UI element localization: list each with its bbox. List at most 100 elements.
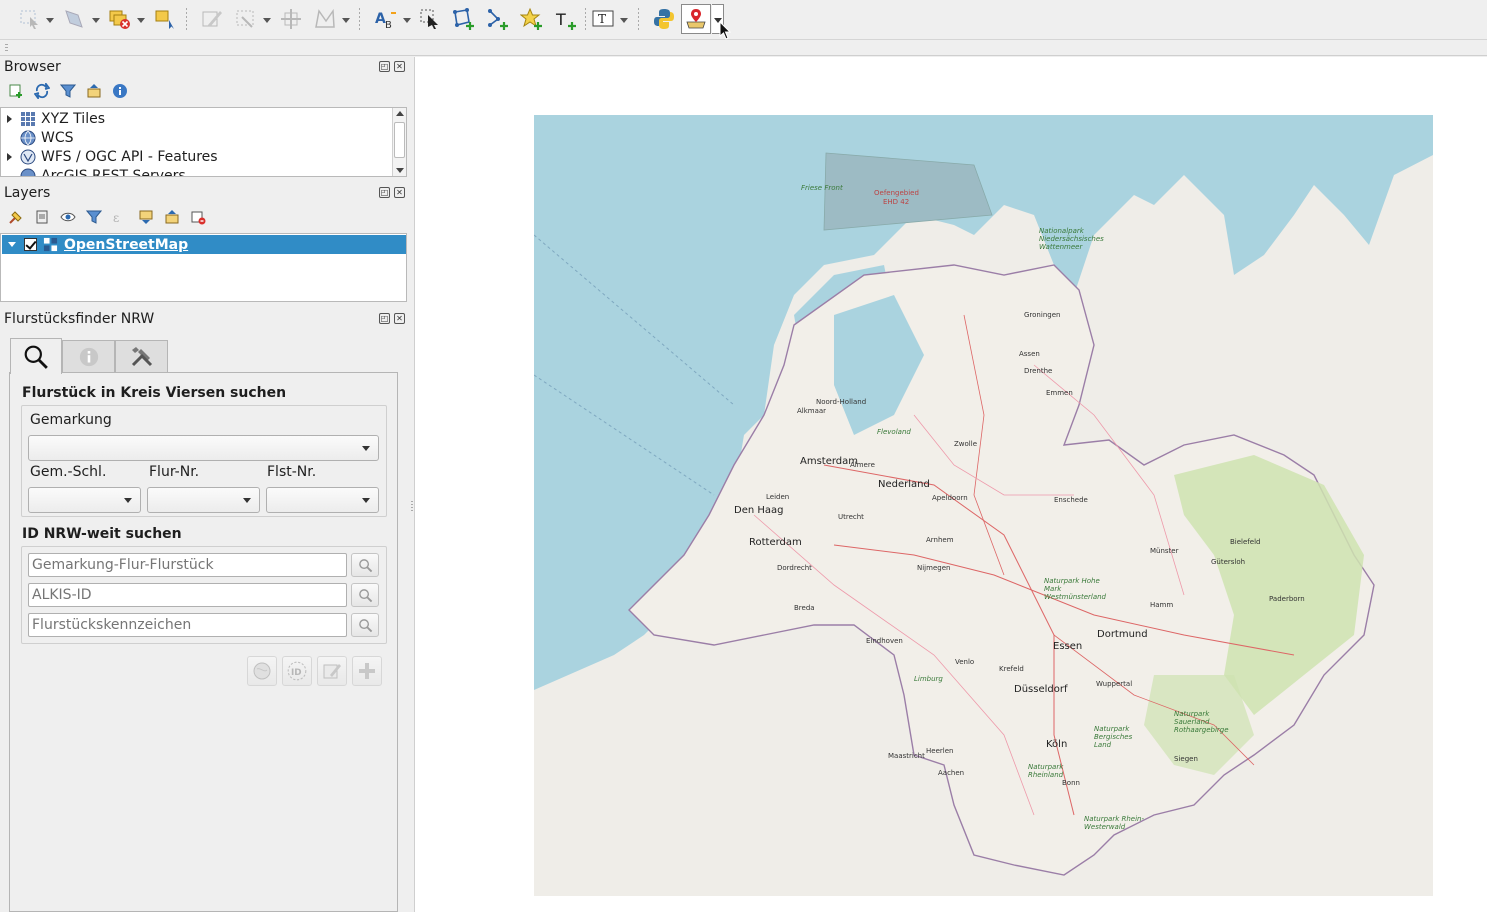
add-line-icon[interactable]: [484, 5, 512, 33]
flur-nr-label: Flur-Nr.: [149, 464, 200, 480]
scrollbar-thumb[interactable]: [394, 122, 405, 158]
layers-tree[interactable]: OpenStreetMap: [0, 233, 407, 302]
map-label: Nijmegen: [917, 564, 951, 572]
python-console-icon[interactable]: [650, 5, 678, 33]
gem-schl-select[interactable]: [28, 487, 141, 513]
search-button-2[interactable]: [351, 583, 379, 607]
browser-panel-title: Browser: [4, 59, 61, 75]
map-canvas[interactable]: Friese Front Oefengebied EHD 42 National…: [414, 57, 1487, 912]
secondary-toolbar: [0, 40, 1487, 56]
search-button-3[interactable]: [351, 613, 379, 637]
finder-panel-title: Flurstücksfinder NRW: [4, 311, 155, 327]
deselect-icon[interactable]: [60, 5, 88, 33]
expand-all-icon[interactable]: [136, 207, 156, 227]
chevron-down-icon[interactable]: [263, 18, 271, 23]
collapse-arrow-icon[interactable]: [8, 242, 16, 247]
map-label: Drenthe: [1024, 367, 1053, 375]
gemarkung-flur-flurstueck-input[interactable]: [28, 553, 347, 577]
float-icon[interactable]: ◰: [379, 187, 390, 198]
close-icon[interactable]: ✕: [394, 187, 405, 198]
tree-item-xyz-tiles[interactable]: XYZ Tiles: [1, 109, 105, 128]
chevron-down-icon[interactable]: [46, 18, 54, 23]
vertex-tool-icon[interactable]: [232, 5, 260, 33]
alkis-id-input[interactable]: [28, 583, 347, 607]
remove-selection-icon[interactable]: [106, 5, 134, 33]
select-label-icon[interactable]: [416, 5, 444, 33]
digitize-polygon-icon[interactable]: [311, 5, 339, 33]
refresh-icon[interactable]: [32, 81, 52, 101]
kreis-search-group: Gemarkung Gem.-Schl. Flur-Nr. Flst-Nr.: [21, 405, 387, 517]
add-star-icon[interactable]: [518, 5, 546, 33]
text-annotation-icon[interactable]: T: [589, 5, 617, 33]
flurstuecksfinder-icon[interactable]: [681, 4, 711, 34]
chevron-down-icon[interactable]: [92, 18, 100, 23]
map-label: EHD 42: [883, 198, 910, 206]
search-button-1[interactable]: [351, 553, 379, 577]
layer-visibility-checkbox[interactable]: [24, 238, 37, 251]
close-icon[interactable]: ✕: [394, 313, 405, 324]
scroll-down-icon[interactable]: [396, 168, 404, 173]
map-label: Groningen: [1024, 311, 1061, 319]
float-icon[interactable]: ◰: [379, 313, 390, 324]
tree-item-arcgis[interactable]: ArcGIS REST Servers: [1, 166, 186, 176]
remove-layer-icon[interactable]: [188, 207, 208, 227]
add-parcel-button[interactable]: [352, 656, 382, 686]
map-label: Wuppertal: [1096, 680, 1133, 688]
chevron-down-icon[interactable]: [342, 18, 350, 23]
float-icon[interactable]: ◰: [379, 61, 390, 72]
label-abc-icon[interactable]: AB: [372, 5, 400, 33]
map-label: Naturpark Rheinland: [1028, 763, 1064, 779]
toolbar-grip[interactable]: [5, 44, 8, 52]
expression-filter-icon[interactable]: ε: [110, 207, 130, 227]
select-features-icon[interactable]: [16, 5, 44, 33]
layer-name[interactable]: OpenStreetMap: [64, 237, 188, 253]
openstreetmap-layer[interactable]: Friese Front Oefengebied EHD 42 National…: [534, 115, 1433, 896]
add-polygon-icon[interactable]: [450, 5, 478, 33]
show-id-button[interactable]: ID: [282, 656, 312, 686]
chevron-down-icon[interactable]: [137, 18, 145, 23]
tree-item-wcs[interactable]: WCS: [1, 128, 74, 147]
expand-arrow-icon[interactable]: [7, 114, 12, 123]
filter-icon[interactable]: [84, 207, 104, 227]
chevron-down-icon[interactable]: [620, 18, 628, 23]
collapse-all-icon[interactable]: [84, 81, 104, 101]
flur-nr-select[interactable]: [147, 487, 260, 513]
filter-icon[interactable]: [58, 81, 78, 101]
grid-icon: [21, 111, 35, 126]
edit-parcel-button[interactable]: [317, 656, 347, 686]
close-icon[interactable]: ✕: [394, 61, 405, 72]
layers-toolbar: ε: [6, 207, 208, 227]
add-text-icon[interactable]: T: [552, 5, 580, 33]
move-feature-icon[interactable]: [277, 5, 305, 33]
browser-tree[interactable]: XYZ Tiles WCS WFS / OGC API - Features A…: [0, 107, 407, 177]
expand-arrow-icon[interactable]: [7, 152, 12, 161]
flst-nr-select[interactable]: [266, 487, 379, 513]
tree-item-label: WCS: [41, 129, 74, 146]
tab-info[interactable]: [62, 340, 115, 372]
select-by-location-icon[interactable]: [151, 5, 179, 33]
map-label: Siegen: [1174, 755, 1198, 763]
style-brush-icon[interactable]: [6, 207, 26, 227]
tab-settings[interactable]: [115, 340, 168, 372]
tree-item-label: WFS / OGC API - Features: [41, 148, 218, 165]
scroll-up-icon[interactable]: [396, 111, 404, 116]
visibility-eye-icon[interactable]: [58, 207, 78, 227]
zoom-to-parcel-button[interactable]: [247, 656, 277, 686]
edit-pencil-icon[interactable]: [198, 5, 226, 33]
flurstueckskennzeichen-input[interactable]: [28, 613, 347, 637]
map-label: Naturpark Rhein-Westerwald: [1084, 815, 1144, 831]
map-label: Nationalpark Niedersächsisches Wattenmee…: [1039, 227, 1104, 251]
info-icon[interactable]: [110, 81, 130, 101]
collapse-all-icon[interactable]: [162, 207, 182, 227]
map-label: Paderborn: [1269, 595, 1305, 603]
tab-search[interactable]: [10, 338, 62, 374]
chevron-down-icon[interactable]: [403, 18, 411, 23]
browser-scrollbar[interactable]: [392, 108, 406, 176]
layer-item-openstreetmap[interactable]: OpenStreetMap: [2, 235, 406, 254]
gemarkung-select[interactable]: [28, 435, 379, 461]
tree-item-wfs[interactable]: WFS / OGC API - Features: [1, 147, 218, 166]
map-label: Dordrecht: [777, 564, 812, 572]
add-selected-layers-icon[interactable]: [6, 81, 26, 101]
layers-panel-title: Layers: [4, 185, 51, 201]
add-group-icon[interactable]: [32, 207, 52, 227]
